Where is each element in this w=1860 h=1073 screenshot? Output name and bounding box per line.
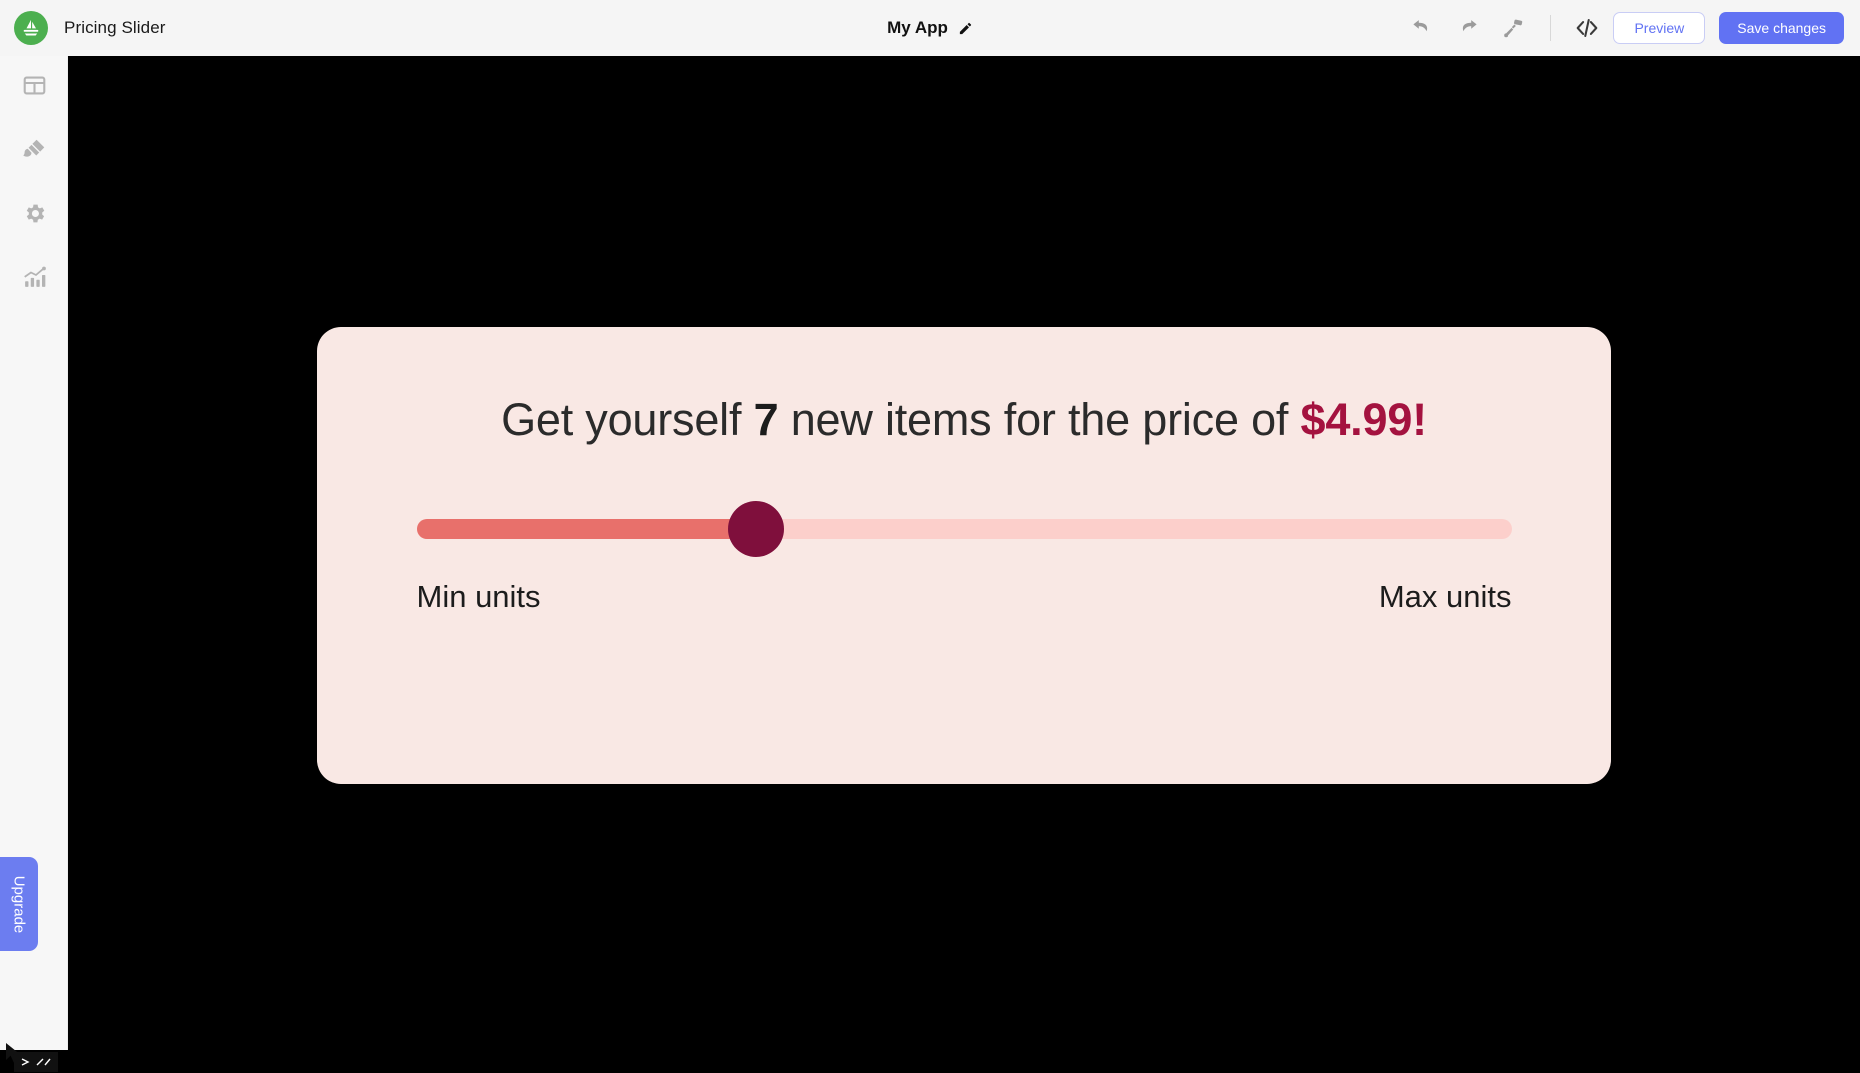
save-changes-button[interactable]: Save changes [1719, 12, 1844, 44]
analytics-chart-icon [22, 265, 47, 295]
project-name-label: My App [887, 18, 948, 37]
upgrade-button[interactable]: Upgrade [0, 857, 38, 951]
gear-icon [22, 201, 47, 231]
left-sidebar: Upgrade [0, 56, 68, 1072]
brand-area: Pricing Slider [0, 11, 430, 45]
preview-canvas: Get yourself 7 new items for the price o… [68, 56, 1860, 1050]
sidebar-item-settings[interactable] [0, 184, 68, 248]
slider-track[interactable] [416, 518, 1512, 539]
upgrade-button-label: Upgrade [10, 875, 28, 933]
top-header-bar: Pricing Slider My App Preview Save chang… [0, 0, 1860, 56]
slider-min-label: Min units [416, 578, 541, 614]
slider-max-label: Max units [1378, 578, 1512, 614]
pricing-slider[interactable] [416, 500, 1512, 557]
redo-icon[interactable] [1448, 8, 1488, 48]
sidebar-item-layout[interactable] [0, 56, 68, 120]
headline-text: Get yourself 7 new items for the price o… [383, 389, 1545, 451]
slider-thumb[interactable] [727, 500, 784, 557]
code-brackets-icon[interactable] [1567, 8, 1607, 48]
table-layout-icon [22, 73, 47, 103]
sidebar-item-analytics[interactable] [0, 248, 68, 312]
headline-prefix: Get yourself [501, 394, 754, 445]
preview-button[interactable]: Preview [1613, 12, 1706, 44]
sailboat-logo-icon [14, 11, 48, 45]
cursor-tooltip-badge [14, 1052, 58, 1072]
page-title: Pricing Slider [64, 18, 166, 37]
pencil-icon[interactable] [958, 21, 973, 36]
sidebar-item-design[interactable] [0, 120, 68, 184]
pricing-slider-card: Get yourself 7 new items for the price o… [317, 327, 1611, 784]
undo-icon[interactable] [1402, 8, 1442, 48]
paint-brush-icon [22, 137, 47, 167]
headline-price-value: $4.99! [1300, 394, 1428, 445]
paint-roller-icon[interactable] [1494, 8, 1534, 48]
header-divider [1550, 15, 1552, 41]
headline-units-value: 7 [753, 394, 779, 445]
slider-range-labels: Min units Max units [417, 579, 1512, 615]
header-actions: Preview Save changes [1402, 0, 1860, 56]
headline-middle: new items for the price of [778, 394, 1301, 445]
